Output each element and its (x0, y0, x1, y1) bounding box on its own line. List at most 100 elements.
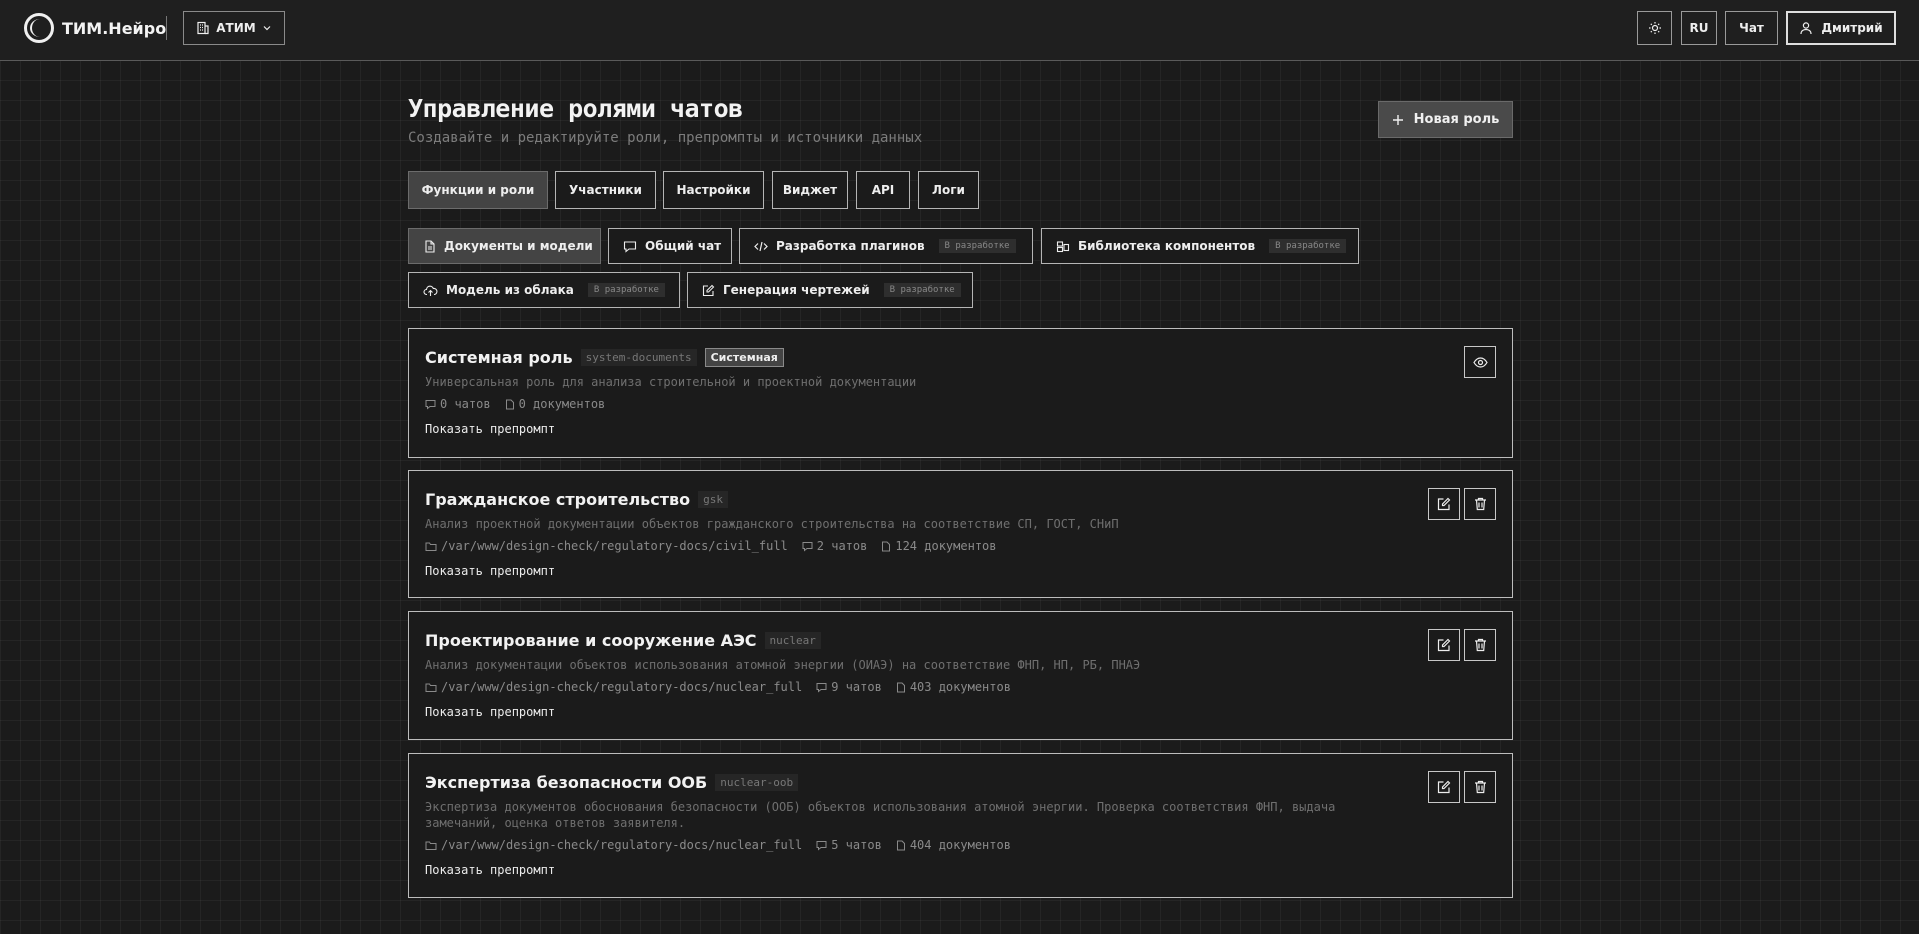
document-icon (882, 541, 891, 551)
folder-icon (425, 683, 437, 692)
chat-icon (623, 240, 637, 253)
tab-label: Участники (569, 183, 642, 197)
show-preprompt-link[interactable]: Показать препромпт (425, 863, 555, 877)
user-name: Дмитрий (1821, 21, 1883, 35)
tab-widget[interactable]: Виджет (772, 171, 848, 209)
show-preprompt-link[interactable]: Показать препромпт (425, 564, 555, 578)
in-development-badge: В разработке (883, 283, 961, 297)
show-preprompt-link[interactable]: Показать препромпт (425, 705, 555, 719)
tab-logs[interactable]: Логи (918, 171, 979, 209)
in-development-badge: В разработке (587, 283, 665, 297)
role-card-nuclear-oob: Экспертиза безопасности ООБ nuclear-oob … (408, 753, 1513, 898)
role-description: Анализ проектной документации объектов г… (425, 517, 1119, 531)
chats-count-text: 9 чатов (831, 680, 882, 694)
edit-icon (702, 284, 715, 296)
tab-settings[interactable]: Настройки (663, 171, 764, 209)
role-name: Экспертиза безопасности ООБ (425, 773, 708, 792)
documents-count: 124 документов (881, 539, 997, 553)
tab-label: Логи (932, 183, 965, 197)
documents-count: 404 документов (896, 838, 1011, 852)
role-name: Системная роль (425, 348, 573, 367)
tab-functions-roles[interactable]: Функции и роли (408, 171, 548, 209)
tab-members[interactable]: Участники (555, 171, 656, 209)
document-icon (425, 239, 435, 253)
chat-icon (816, 682, 827, 693)
role-description: Экспертиза документов обоснования безопа… (425, 800, 1336, 830)
theme-toggle-button[interactable] (1637, 11, 1672, 45)
edit-role-button[interactable] (1428, 629, 1460, 661)
edit-icon (1437, 638, 1451, 652)
folder-path: /var/www/design-check/regulatory-docs/ci… (425, 539, 788, 553)
trash-icon (1474, 497, 1486, 511)
subtab-cloud-model[interactable]: Модель из облака В разработке (408, 272, 680, 308)
tab-label: Настройки (676, 183, 751, 197)
role-slug: nuclear (764, 632, 821, 649)
organization-select[interactable]: АТИМ (183, 11, 285, 45)
role-meta: /var/www/design-check/regulatory-docs/nu… (425, 680, 1011, 694)
delete-role-button[interactable] (1464, 771, 1496, 803)
code-icon (754, 241, 768, 251)
language-button[interactable]: RU (1681, 11, 1717, 45)
logo-text: ТИМ.Нейро (62, 18, 167, 38)
delete-role-button[interactable] (1464, 488, 1496, 520)
sun-icon (1648, 22, 1661, 34)
documents-count-text: 403 документов (909, 680, 1011, 694)
trash-icon (1474, 638, 1486, 652)
edit-role-button[interactable] (1428, 488, 1460, 520)
in-development-badge: В разработке (938, 239, 1016, 253)
documents-count: 403 документов (896, 680, 1011, 694)
chat-icon (816, 840, 827, 851)
eye-icon (1472, 356, 1488, 368)
subtab-label: Генерация чертежей (723, 283, 870, 297)
user-menu-button[interactable]: Дмитрий (1786, 11, 1896, 45)
folder-path: /var/www/design-check/regulatory-docs/nu… (425, 680, 802, 694)
folder-icon (425, 841, 437, 850)
subtab-plugin-development[interactable]: Разработка плагинов В разработке (739, 228, 1033, 264)
subtab-drawing-generation[interactable]: Генерация чертежей В разработке (687, 272, 973, 308)
role-card-civil: Гражданское строительство gsk Анализ про… (408, 470, 1513, 598)
chats-count: 0 чатов (425, 397, 491, 411)
role-description: Универсальная роль для анализа строитель… (425, 375, 917, 389)
role-card-system: Системная роль system-documents Системна… (408, 328, 1513, 458)
tab-api[interactable]: API (856, 171, 910, 209)
delete-role-button[interactable] (1464, 629, 1496, 661)
chat-icon (802, 541, 813, 552)
tab-label: Функции и роли (421, 183, 535, 197)
subtab-general-chat[interactable]: Общий чат (608, 228, 732, 264)
trash-icon (1474, 780, 1486, 794)
language-label: RU (1689, 21, 1709, 35)
system-badge: Системная (704, 348, 784, 367)
documents-count: 0 документов (505, 397, 605, 411)
cloud-upload-icon (423, 285, 438, 296)
chats-count-text: 0 чатов (440, 397, 491, 411)
chats-count-text: 2 чатов (816, 539, 868, 553)
building-icon (197, 21, 209, 35)
logo-icon (24, 13, 54, 43)
chats-count: 5 чатов (816, 838, 882, 852)
role-meta: 0 чатов 0 документов (425, 397, 605, 411)
document-icon (896, 682, 905, 692)
header-divider (166, 16, 167, 40)
edit-icon (1437, 497, 1451, 511)
subtab-label: Библиотека компонентов (1078, 239, 1256, 253)
subtab-component-library[interactable]: Библиотека компонентов В разработке (1041, 228, 1359, 264)
tab-label: Виджет (782, 183, 838, 197)
document-icon (505, 399, 514, 409)
show-preprompt-link[interactable]: Показать препромпт (425, 422, 555, 436)
folder-path-text: /var/www/design-check/regulatory-docs/nu… (441, 838, 803, 852)
subtab-label: Общий чат (645, 239, 722, 253)
role-title-row: Гражданское строительство gsk (425, 490, 729, 509)
role-name: Проектирование и сооружение АЭС (425, 631, 757, 650)
folder-path: /var/www/design-check/regulatory-docs/nu… (425, 838, 802, 852)
view-role-button[interactable] (1464, 346, 1496, 378)
page-title: Управление ролями чатов (408, 94, 743, 123)
top-bar: ТИМ.Нейро АТИМ RU Чат Дмитрий (0, 0, 1919, 61)
edit-role-button[interactable] (1428, 771, 1460, 803)
chat-button[interactable]: Чат (1725, 11, 1778, 45)
page-subtitle: Создавайте и редактируйте роли, препромп… (408, 130, 923, 146)
subtab-documents-models[interactable]: Документы и модели (408, 228, 601, 264)
role-title-row: Экспертиза безопасности ООБ nuclear-oob (425, 773, 799, 792)
role-title-row: Проектирование и сооружение АЭС nuclear (425, 631, 821, 650)
logo[interactable]: ТИМ.Нейро (24, 13, 166, 43)
new-role-button[interactable]: Новая роль (1378, 101, 1513, 138)
